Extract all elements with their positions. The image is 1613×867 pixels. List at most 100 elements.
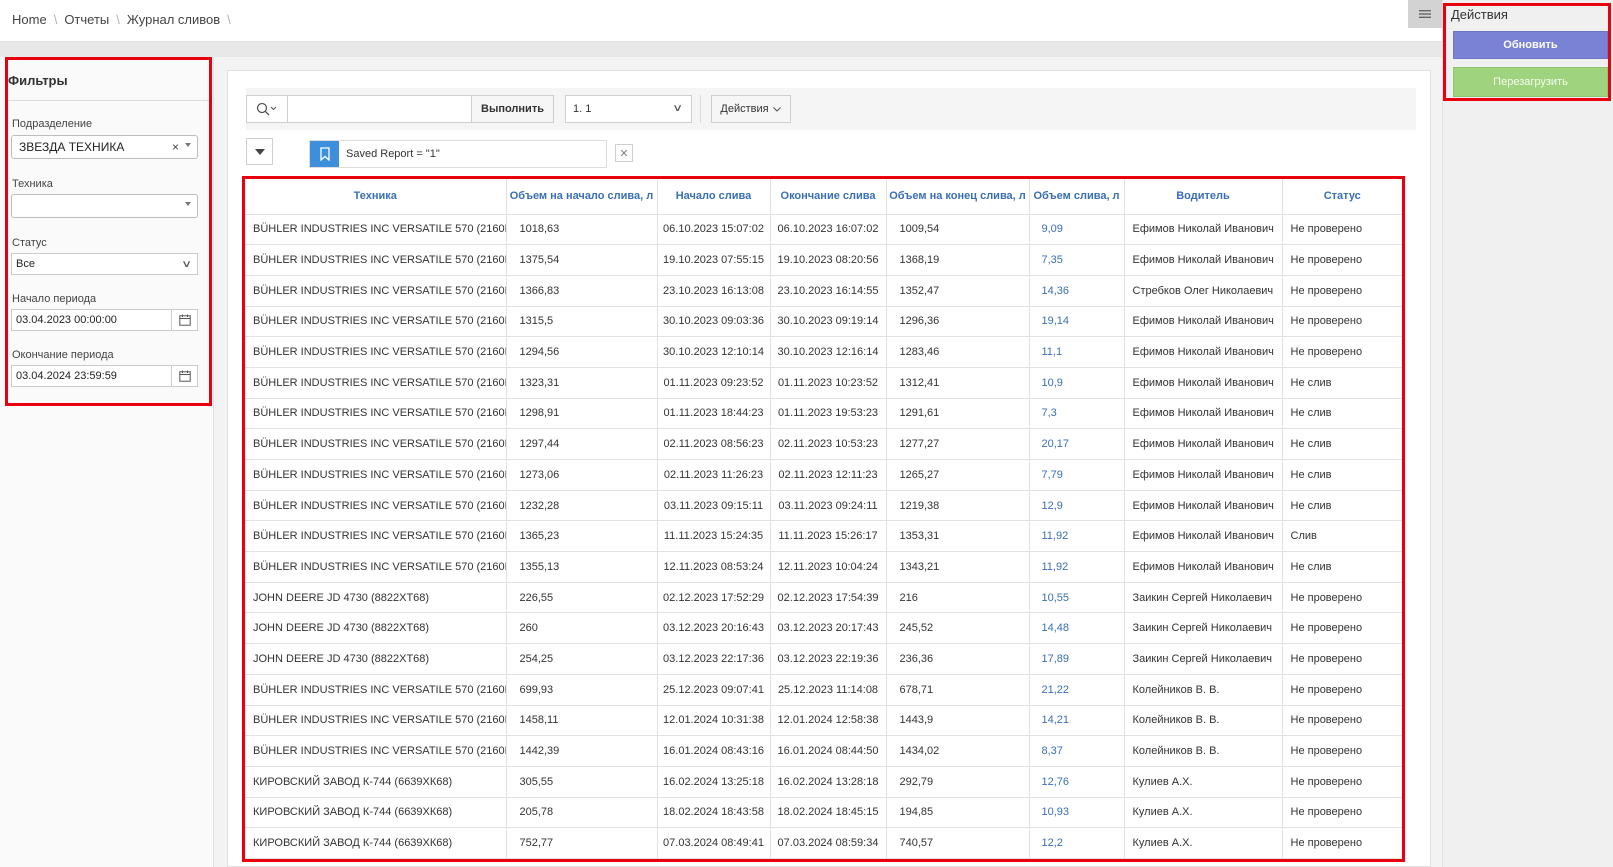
cell-drain-volume[interactable]: 17,89 <box>1029 643 1125 675</box>
hamburger-icon[interactable] <box>1408 0 1442 28</box>
breadcrumb-reports[interactable]: Отчеты <box>64 12 109 27</box>
cell-driver: Заикин Сергей Николаевич <box>1124 643 1283 675</box>
table-row[interactable]: BÜHLER INDUSTRIES INC VERSATILE 570 (216… <box>245 367 1402 399</box>
table-row[interactable]: КИРОВСКИЙ ЗАВОД К-744 (6639ХК68) 305,55 16… <box>245 766 1402 798</box>
saved-report-select[interactable]: 1. 1 ∨ <box>565 95 692 123</box>
cell-volume-start: 1018,63 <box>506 214 658 246</box>
cell-volume-end: 236,36 <box>886 643 1030 675</box>
cell-driver: Колейников В. В. <box>1124 735 1283 767</box>
cell-volume-end: 1443,9 <box>886 705 1030 737</box>
cell-drain-end: 30.10.2023 12:16:14 <box>770 336 887 368</box>
table-row[interactable]: КИРОВСКИЙ ЗАВОД К-744 (6639ХК68) 752,77 07… <box>245 827 1402 859</box>
cell-drain-volume[interactable]: 14,36 <box>1029 275 1125 307</box>
table-row[interactable]: BÜHLER INDUSTRIES INC VERSATILE 570 (216… <box>245 398 1402 430</box>
cell-drain-volume[interactable]: 20,17 <box>1029 428 1125 460</box>
refresh-button[interactable]: Обновить <box>1453 31 1608 59</box>
cell-drain-volume[interactable]: 11,92 <box>1029 551 1125 583</box>
cell-drain-volume[interactable]: 12,76 <box>1029 766 1125 798</box>
saved-report-filter[interactable]: Saved Report = "1" <box>309 140 607 168</box>
cell-drain-volume[interactable]: 14,48 <box>1029 612 1125 645</box>
top-bar: Home \ Отчеты \ Журнал сливов \ <box>0 0 1442 42</box>
search-column-button[interactable] <box>246 95 288 123</box>
cell-drain-volume[interactable]: 10,55 <box>1029 582 1125 614</box>
table-row[interactable]: BÜHLER INDUSTRIES INC VERSATILE 570 (216… <box>245 306 1402 338</box>
breadcrumb-separator: \ <box>53 12 58 27</box>
table-row[interactable]: BÜHLER INDUSTRIES INC VERSATILE 570 (216… <box>245 214 1402 246</box>
cell-drain-volume[interactable]: 7,3 <box>1029 398 1125 430</box>
cell-drain-volume[interactable]: 11,92 <box>1029 520 1125 553</box>
cell-drain-volume[interactable]: 12,9 <box>1029 490 1125 522</box>
run-button[interactable]: Выполнить <box>471 95 554 123</box>
reload-button[interactable]: Перезагрузить <box>1453 67 1608 97</box>
calendar-icon[interactable] <box>171 310 197 330</box>
division-label: Подразделение <box>12 118 93 130</box>
table-row[interactable]: BÜHLER INDUSTRIES INC VERSATILE 570 (216… <box>245 735 1402 767</box>
period-end-input[interactable]: 03.04.2024 23:59:59 <box>11 365 198 387</box>
breadcrumb-home[interactable]: Home <box>12 12 47 27</box>
table-row[interactable]: BÜHLER INDUSTRIES INC VERSATILE 570 (216… <box>245 459 1402 491</box>
cell-drain-volume[interactable]: 14,21 <box>1029 705 1125 737</box>
cell-volume-start: 752,77 <box>506 827 658 859</box>
table-row[interactable]: BÜHLER INDUSTRIES INC VERSATILE 570 (216… <box>245 674 1402 706</box>
table-row[interactable]: BÜHLER INDUSTRIES INC VERSATILE 570 (216… <box>245 428 1402 460</box>
cell-volume-start: 1355,13 <box>506 551 658 583</box>
table-row[interactable]: JOHN DEERE JD 4730 (8822ХТ68) 260 03.12.20… <box>245 612 1402 645</box>
column-header[interactable]: Начало слива <box>657 179 771 215</box>
table-row[interactable]: BÜHLER INDUSTRIES INC VERSATILE 570 (216… <box>245 244 1402 276</box>
cell-drain-end: 12.01.2024 12:58:38 <box>770 705 887 737</box>
column-header[interactable]: Техника <box>245 179 507 215</box>
cell-drain-start: 03.11.2023 09:15:11 <box>657 490 771 522</box>
cell-drain-start: 01.11.2023 09:23:52 <box>657 367 771 399</box>
cell-drain-end: 03.12.2023 20:17:43 <box>770 612 887 645</box>
cell-equipment: BÜHLER INDUSTRIES INC VERSATILE 570 (216… <box>245 306 507 338</box>
clear-icon[interactable]: × <box>172 140 179 154</box>
table-row[interactable]: BÜHLER INDUSTRIES INC VERSATILE 570 (216… <box>245 336 1402 368</box>
table-row[interactable]: КИРОВСКИЙ ЗАВОД К-744 (6639ХК68) 205,78 18… <box>245 797 1402 829</box>
cell-drain-volume[interactable]: 10,93 <box>1029 797 1125 829</box>
division-select[interactable]: ЗВЕЗДА ТЕХНИКА × <box>11 135 198 159</box>
search-input[interactable] <box>288 95 472 123</box>
table-row[interactable]: BÜHLER INDUSTRIES INC VERSATILE 570 (216… <box>245 551 1402 583</box>
cell-drain-volume[interactable]: 12,2 <box>1029 827 1125 859</box>
column-header[interactable]: Окончание слива <box>770 179 887 215</box>
cell-drain-start: 25.12.2023 09:07:41 <box>657 674 771 706</box>
column-header[interactable]: Водитель <box>1124 179 1283 215</box>
collapse-toggle-button[interactable] <box>246 138 273 165</box>
cell-volume-start: 1365,23 <box>506 520 658 553</box>
cell-volume-end: 1283,46 <box>886 336 1030 368</box>
cell-driver: Ефимов Николай Иванович <box>1124 336 1283 368</box>
cell-drain-volume[interactable]: 21,22 <box>1029 674 1125 706</box>
column-header[interactable]: Объем на конец слива, л <box>886 179 1030 215</box>
cell-drain-volume[interactable]: 9,09 <box>1029 214 1125 246</box>
cell-drain-volume[interactable]: 11,1 <box>1029 336 1125 368</box>
cell-drain-start: 30.10.2023 09:03:36 <box>657 306 771 338</box>
cell-drain-volume[interactable]: 7,79 <box>1029 459 1125 491</box>
table-row[interactable]: BÜHLER INDUSTRIES INC VERSATILE 570 (216… <box>245 520 1402 553</box>
period-start-input[interactable]: 03.04.2023 00:00:00 <box>11 309 198 331</box>
table-row[interactable]: BÜHLER INDUSTRIES INC VERSATILE 570 (216… <box>245 490 1402 522</box>
column-header[interactable]: Статус <box>1282 179 1402 215</box>
cell-drain-volume[interactable]: 10,9 <box>1029 367 1125 399</box>
table-row[interactable]: BÜHLER INDUSTRIES INC VERSATILE 570 (216… <box>245 275 1402 307</box>
cell-status: Не проверено <box>1282 336 1402 368</box>
status-select[interactable]: Все ∨ <box>11 253 198 275</box>
cell-driver: Кулиев А.Х. <box>1124 797 1283 829</box>
cell-status: Не проверено <box>1282 612 1402 645</box>
table-row[interactable]: JOHN DEERE JD 4730 (8822ХТ68) 226,55 02.12… <box>245 582 1402 614</box>
cell-drain-start: 03.12.2023 20:16:43 <box>657 612 771 645</box>
column-header[interactable]: Объем на начало слива, л <box>506 179 658 215</box>
table-row[interactable]: BÜHLER INDUSTRIES INC VERSATILE 570 (216… <box>245 705 1402 737</box>
cell-drain-volume[interactable]: 19,14 <box>1029 306 1125 338</box>
table-row[interactable]: JOHN DEERE JD 4730 (8822ХТ68) 254,25 03.12… <box>245 643 1402 675</box>
actions-menu-button[interactable]: Действия <box>711 95 791 123</box>
cell-volume-end: 1312,41 <box>886 367 1030 399</box>
calendar-icon[interactable] <box>171 366 197 386</box>
cell-drain-volume[interactable]: 7,35 <box>1029 244 1125 276</box>
column-header[interactable]: Объем слива, л <box>1029 179 1125 215</box>
close-icon[interactable]: ✕ <box>615 144 633 162</box>
cell-drain-start: 02.11.2023 08:56:23 <box>657 428 771 460</box>
equipment-select[interactable] <box>11 194 198 218</box>
cell-drain-volume[interactable]: 8,37 <box>1029 735 1125 767</box>
period-start-label: Начало периода <box>12 293 97 305</box>
cell-volume-end: 194,85 <box>886 797 1030 829</box>
